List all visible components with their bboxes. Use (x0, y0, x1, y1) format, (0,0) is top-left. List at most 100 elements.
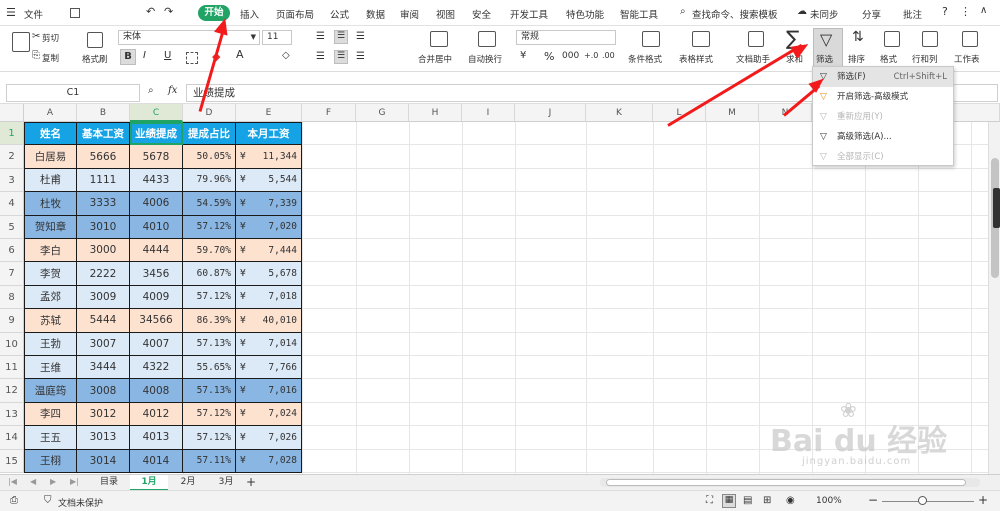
sheet-tab-mar[interactable]: 3月 (208, 475, 244, 491)
tab-review[interactable]: 审阅 (400, 7, 419, 21)
comment-button[interactable]: 批注 (903, 7, 922, 21)
doc-helper-button[interactable]: 文档助手 (736, 53, 770, 65)
table-cell[interactable]: 白居易 (24, 145, 77, 169)
zoom-in-icon[interactable]: + (978, 493, 988, 507)
table-cell[interactable]: 4322 (130, 356, 183, 380)
table-cell[interactable]: 4012 (130, 402, 183, 427)
column-header[interactable]: D (183, 104, 236, 122)
column-header[interactable]: E (236, 104, 302, 122)
table-cell[interactable]: ¥11,344 (236, 145, 302, 169)
format-button[interactable]: 格式 (880, 53, 897, 65)
table-cell[interactable]: ¥7,014 (236, 332, 302, 356)
menu-hamburger-icon[interactable]: ☰ (6, 6, 16, 19)
table-style-button[interactable]: 表格样式 (679, 53, 713, 65)
zoom-magnifier-icon[interactable]: ⌕ (148, 85, 154, 96)
help-icon[interactable]: ? (942, 5, 948, 18)
table-cell[interactable]: ¥7,018 (236, 285, 302, 310)
thousands-icon[interactable]: 000 (562, 51, 579, 61)
table-cell[interactable]: 3010 (77, 215, 130, 239)
table-cell[interactable]: 3444 (77, 356, 130, 380)
table-cell[interactable]: 5666 (77, 145, 130, 169)
table-cell[interactable]: 王五 (24, 426, 77, 450)
table-cell[interactable]: ¥7,020 (236, 215, 302, 239)
percent-button[interactable]: % (544, 50, 554, 63)
table-cell[interactable]: 3013 (77, 426, 130, 450)
zoom-level[interactable]: 100% (816, 496, 842, 506)
column-header[interactable]: K (586, 104, 653, 122)
table-cell[interactable]: ¥7,026 (236, 426, 302, 450)
macro-icon[interactable]: ⎙ (10, 495, 18, 506)
align-right-icon[interactable]: ☰ (356, 51, 365, 62)
table-cell[interactable]: 60.87% (183, 262, 236, 286)
tab-view[interactable]: 视图 (436, 7, 455, 21)
table-cell[interactable]: 4006 (130, 192, 183, 216)
table-cell[interactable]: ¥7,339 (236, 192, 302, 216)
more-icon[interactable]: ⋮ (960, 5, 971, 18)
table-cell[interactable]: 50.05% (183, 145, 236, 169)
font-name-select[interactable]: 宋体 ▼ (118, 30, 260, 45)
bold-button[interactable]: B (120, 49, 136, 65)
view-page-icon[interactable]: ▤ (743, 495, 752, 506)
first-sheet-icon[interactable]: |◀ (8, 477, 17, 486)
tab-security[interactable]: 安全 (472, 7, 491, 21)
table-cell[interactable]: 王维 (24, 356, 77, 380)
cut-button[interactable]: 剪切 (42, 32, 59, 44)
save-icon[interactable] (70, 8, 80, 18)
align-center-icon[interactable]: ☰ (334, 50, 348, 64)
fx-icon[interactable]: fx (168, 85, 177, 96)
zoom-slider[interactable] (882, 496, 974, 505)
filter-menu-item[interactable]: ▽ 筛选(F) Ctrl+Shift+L (813, 67, 953, 87)
table-cell[interactable]: 杜甫 (24, 168, 77, 193)
table-cell[interactable]: 79.96% (183, 168, 236, 193)
table-cell[interactable]: 55.65% (183, 356, 236, 380)
table-cell[interactable]: 温庭筠 (24, 379, 77, 403)
table-cell[interactable]: 57.11% (183, 449, 236, 473)
column-header[interactable]: J (515, 104, 586, 122)
paste-icon[interactable] (12, 32, 30, 52)
eraser-icon[interactable]: ◇ (282, 50, 290, 61)
table-cell[interactable]: 5678 (130, 145, 183, 169)
protect-status[interactable]: 文档未保护 (58, 496, 103, 509)
row-header[interactable]: 12 (0, 379, 24, 403)
table-cell[interactable]: 4010 (130, 215, 183, 239)
table-cell[interactable]: 李四 (24, 402, 77, 427)
table-cell[interactable]: 王勃 (24, 332, 77, 356)
name-box[interactable]: C1 (6, 84, 140, 102)
table-cell[interactable]: 2222 (77, 262, 130, 286)
cond-format-button[interactable]: 条件格式 (628, 53, 662, 65)
row-header[interactable]: 1 (0, 122, 24, 146)
table-cell[interactable]: 1111 (77, 168, 130, 193)
sort-button[interactable]: 排序 (848, 53, 865, 65)
row-header[interactable]: 15 (0, 449, 24, 473)
column-header[interactable]: C (130, 104, 183, 122)
row-header[interactable]: 9 (0, 309, 24, 333)
table-cell[interactable]: 57.12% (183, 426, 236, 450)
align-middle-icon[interactable]: ☰ (334, 30, 348, 44)
table-cell[interactable]: 86.39% (183, 309, 236, 333)
table-cell[interactable]: 4444 (130, 239, 183, 263)
table-cell[interactable]: 57.12% (183, 285, 236, 310)
row-col-button[interactable]: 行和列 (912, 53, 938, 65)
border-icon[interactable] (186, 52, 198, 64)
view-normal-icon[interactable]: ⛶ (706, 495, 713, 506)
table-header-cell[interactable]: 姓名 (24, 122, 77, 146)
menu-file[interactable]: 文件 (24, 7, 43, 21)
table-cell[interactable]: 4014 (130, 449, 183, 473)
table-header-cell[interactable]: 基本工资 (77, 122, 130, 146)
prev-sheet-icon[interactable]: ◀ (30, 477, 36, 486)
column-header[interactable]: B (77, 104, 130, 122)
column-header[interactable]: I (462, 104, 515, 122)
row-header[interactable]: 6 (0, 239, 24, 263)
row-header[interactable]: 5 (0, 215, 24, 239)
number-format-select[interactable]: 常规 (516, 30, 616, 45)
table-cell[interactable]: ¥5,678 (236, 262, 302, 286)
table-cell[interactable]: 4009 (130, 285, 183, 310)
underline-button[interactable]: U (164, 50, 171, 61)
table-cell[interactable]: 3008 (77, 379, 130, 403)
worksheet-button[interactable]: 工作表 (954, 53, 980, 65)
command-search[interactable]: 查找命令、搜索模板 (692, 7, 778, 21)
next-sheet-icon[interactable]: ▶ (50, 477, 56, 486)
table-cell[interactable]: ¥7,028 (236, 449, 302, 473)
table-cell[interactable]: 3009 (77, 285, 130, 310)
table-cell[interactable]: 李白 (24, 239, 77, 263)
